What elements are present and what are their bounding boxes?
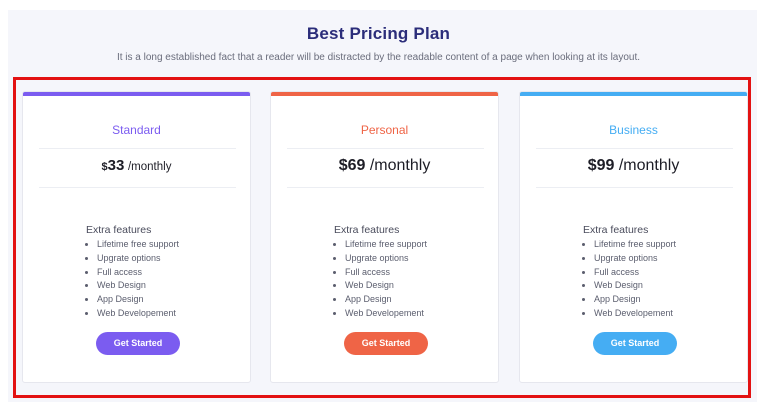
list-item: Web Design (345, 279, 494, 293)
list-item: Lifetime free support (97, 238, 246, 252)
card-accent-bar (520, 92, 747, 96)
features-title: Extra features (86, 224, 152, 236)
get-started-button-standard[interactable]: Get Started (96, 332, 180, 355)
list-item: Web Design (97, 279, 246, 293)
price-amount: 99 (596, 157, 615, 174)
feature-list: Extra features Lifetime free support Upg… (86, 224, 246, 321)
page-subtitle: It is a long established fact that a rea… (116, 52, 641, 63)
card-accent-bar (23, 92, 250, 96)
plan-price: $33 /monthly (23, 157, 250, 174)
feature-list: Extra features Lifetime free support Upg… (334, 224, 494, 321)
list-item: Web Design (594, 279, 743, 293)
list-item: App Design (345, 293, 494, 307)
price-period: /monthly (127, 161, 172, 173)
list-item: Full access (97, 266, 246, 280)
list-item: Upgrate options (345, 252, 494, 266)
price-currency: $ (338, 157, 348, 174)
card-accent-bar (271, 92, 498, 96)
divider (287, 187, 484, 188)
plan-price: $69 /monthly (271, 157, 498, 175)
list-item: Web Developement (594, 307, 743, 321)
plan-name: Personal (360, 123, 409, 137)
divider (39, 148, 236, 149)
pricing-card-personal: Personal $69 /monthly Extra features Lif… (270, 91, 499, 383)
divider (536, 148, 733, 149)
divider (287, 148, 484, 149)
plan-price: $99 /monthly (520, 157, 747, 175)
list-item: Full access (345, 266, 494, 280)
list-item: App Design (594, 293, 743, 307)
plan-name: Standard (112, 123, 161, 137)
features-title: Extra features (583, 224, 649, 236)
plan-name: Business (609, 123, 658, 137)
list-item: Upgrate options (594, 252, 743, 266)
get-started-button-business[interactable]: Get Started (593, 332, 677, 355)
features-title: Extra features (334, 224, 400, 236)
pricing-card-business: Business $99 /monthly Extra features Lif… (519, 91, 748, 383)
pricing-page: Best Pricing Plan It is a long establish… (0, 0, 757, 402)
list-item: Full access (594, 266, 743, 280)
list-item: Web Developement (345, 307, 494, 321)
price-period: /monthly (618, 157, 680, 174)
list-item: Lifetime free support (345, 238, 494, 252)
feature-list: Extra features Lifetime free support Upg… (583, 224, 743, 321)
divider (39, 187, 236, 188)
list-item: Lifetime free support (594, 238, 743, 252)
list-item: App Design (97, 293, 246, 307)
pricing-card-standard: Standard $33 /monthly Extra features Lif… (22, 91, 251, 383)
price-amount: 33 (107, 157, 125, 174)
page-title: Best Pricing Plan (306, 24, 451, 43)
price-currency: $ (587, 157, 597, 174)
list-item: Upgrate options (97, 252, 246, 266)
divider (536, 187, 733, 188)
price-period: /monthly (369, 157, 431, 174)
price-amount: 69 (347, 157, 366, 174)
get-started-button-personal[interactable]: Get Started (344, 332, 428, 355)
list-item: Web Developement (97, 307, 246, 321)
